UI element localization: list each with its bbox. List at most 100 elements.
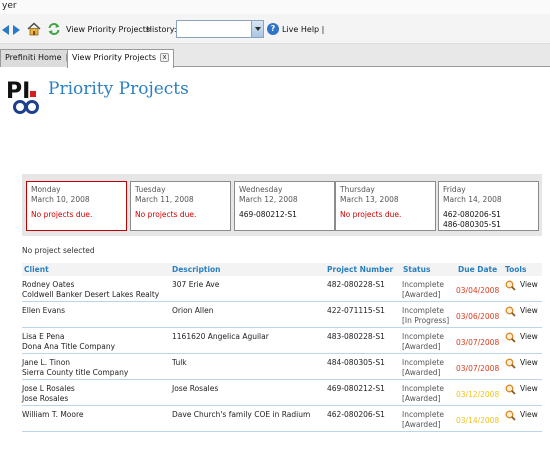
description-cell: Orion Allen [172,306,214,315]
description-cell: Dave Church's family COE in Radium [172,410,311,419]
history-select[interactable] [176,20,264,38]
day-card-friday[interactable]: Friday March 14, 2008 462-080206-S1 486-… [438,181,539,231]
column-header-description[interactable]: Description [172,265,221,274]
day-project-link[interactable]: 462-080206-S1 [443,210,534,220]
day-card-thursday[interactable]: Thursday March 13, 2008 No projects due. [335,181,436,231]
magnifier-icon[interactable] [505,410,516,421]
selection-status: No project selected [22,246,95,255]
table-row[interactable]: William T. Moore Dave Church's family CO… [22,406,542,432]
client-cell: Jose L Rosales Jose Rosales [22,384,75,404]
chevron-down-icon[interactable] [251,21,263,37]
status-text: Incomplete [402,410,444,419]
magnifier-icon[interactable] [505,332,516,343]
day-project-link[interactable]: 486-080305-S1 [443,220,534,230]
day-date: March 12, 2008 [239,195,298,204]
status-cell: Incomplete [Awarded] [402,410,444,430]
client-cell: Jane L. Tinon Sierra County title Compan… [22,358,128,378]
day-date: March 11, 2008 [135,195,194,204]
view-link[interactable]: View [520,306,538,316]
status-phase: [Awarded] [402,368,441,377]
client-name: Rodney Oates [22,280,75,289]
magnifier-icon[interactable] [505,306,516,317]
back-arrow-icon[interactable] [2,25,9,35]
refresh-icon[interactable] [47,22,61,36]
toolbar: View Priority Projects History: ? Live H… [0,14,550,44]
description-cell: 1161620 Angelica Aguilar [172,332,269,341]
day-message: No projects due. [340,210,402,219]
client-company: Coldwell Banker Desert Lakes Realty [22,290,160,299]
window-titlebar: yer [0,0,550,14]
tab-label: View Priority Projects [72,53,157,62]
table-row[interactable]: Jose L Rosales Jose Rosales Jose Rosales… [22,380,542,406]
status-cell: Incomplete [Awarded] [402,384,444,404]
status-text: Incomplete [402,306,444,315]
status-cell: Incomplete [Awarded] [402,280,444,300]
magnifier-icon[interactable] [505,384,516,395]
day-card-tuesday[interactable]: Tuesday March 11, 2008 No projects due. [130,181,231,231]
status-text: Incomplete [402,384,444,393]
status-cell: Incomplete [Awarded] [402,332,444,352]
live-help-link[interactable]: Live Help | [282,25,324,34]
tab-bar: Prefiniti Home x View Priority Projectsx [0,44,550,68]
project-number-cell: 484-080305-S1 [327,358,385,367]
status-phase: [Awarded] [402,290,441,299]
due-date-cell: 03/12/2008 [456,390,500,399]
day-weekday: Friday [443,185,466,194]
view-link[interactable]: View [520,410,538,420]
column-header-project-number[interactable]: Project Number [327,265,393,274]
day-message: No projects due. [31,210,93,219]
day-date: March 14, 2008 [443,195,502,204]
table-row[interactable]: Lisa E Pena Dona Ana Title Company 11616… [22,328,542,354]
due-date-cell: 03/07/2008 [456,364,500,373]
tab-label: Prefiniti Home [5,53,62,62]
due-date-cell: 03/07/2008 [456,338,500,347]
day-weekday: Thursday [340,185,375,194]
column-header-client[interactable]: Client [24,265,49,274]
status-text: Incomplete [402,332,444,341]
client-name: Jose L Rosales [22,384,75,393]
table-row[interactable]: Ellen Evans Orion Allen 422-071115-S1 In… [22,302,542,328]
view-link[interactable]: View [520,332,538,342]
project-number-cell: 462-080206-S1 [327,410,385,419]
due-date-cell: 03/06/2008 [456,312,500,321]
help-icon[interactable]: ? [267,23,279,35]
day-date: March 10, 2008 [31,195,90,204]
view-link[interactable]: View [520,384,538,394]
project-number-cell: 422-071115-S1 [327,306,385,315]
projects-table: Client Description Project Number Status… [22,263,542,432]
view-link[interactable]: View [520,280,538,290]
project-number-cell: 483-080228-S1 [327,332,385,341]
table-header: Client Description Project Number Status… [22,263,542,276]
status-phase: [In Progress] [402,316,450,325]
view-priority-projects-link[interactable]: View Priority Projects [66,25,150,34]
page-title: Priority Projects [48,79,189,99]
column-header-status[interactable]: Status [403,265,430,274]
day-project-link[interactable]: 469-080212-S1 [239,210,330,220]
description-cell: 307 Erie Ave [172,280,220,289]
client-cell: Rodney Oates Coldwell Banker Desert Lake… [22,280,159,300]
table-row[interactable]: Jane L. Tinon Sierra County title Compan… [22,354,542,380]
forward-arrow-icon[interactable] [13,25,20,35]
client-cell: Lisa E Pena Dona Ana Title Company [22,332,115,352]
day-date: March 13, 2008 [340,195,399,204]
magnifier-icon[interactable] [505,280,516,291]
status-cell: Incomplete [Awarded] [402,358,444,378]
day-card-monday[interactable]: Monday March 10, 2008 No projects due. [26,181,127,231]
table-row[interactable]: Rodney Oates Coldwell Banker Desert Lake… [22,276,542,302]
status-phase: [Awarded] [402,420,441,429]
status-phase: [Awarded] [402,342,441,351]
client-name: Lisa E Pena [22,332,65,341]
client-cell: William T. Moore [22,410,84,420]
column-header-due-date[interactable]: Due Date [458,265,497,274]
close-icon[interactable]: x [160,53,170,62]
magnifier-icon[interactable] [505,358,516,369]
day-weekday: Wednesday [239,185,283,194]
view-link[interactable]: View [520,358,538,368]
status-phase: [Awarded] [402,394,441,403]
home-icon[interactable] [27,22,41,36]
column-header-tools: Tools [505,265,527,274]
tab-view-priority-projects[interactable]: View Priority Projects x [67,49,175,68]
day-card-wednesday[interactable]: Wednesday March 12, 2008 469-080212-S1 [234,181,335,231]
client-name: Ellen Evans [22,306,66,315]
status-text: Incomplete [402,358,444,367]
